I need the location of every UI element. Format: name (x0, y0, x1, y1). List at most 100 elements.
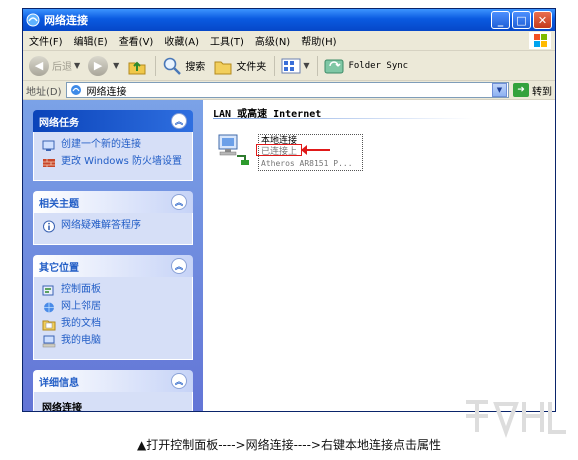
title-bar[interactable]: 网络连接 _ □ ✕ (23, 9, 555, 31)
back-label: 后退 (52, 62, 72, 73)
up-folder-icon (128, 61, 146, 74)
search-label: 搜索 (185, 62, 206, 73)
caption-text: ▲打开控制面板---->网络连接---->右键本地连接点击属性 (137, 438, 441, 452)
new-connection-icon (42, 140, 55, 151)
windows-logo-icon (529, 32, 551, 49)
pointer-arrow (301, 145, 330, 155)
connection-device: Atheros AR8151 P... (261, 159, 353, 168)
create-connection-link[interactable]: 创建一个新的连接 (42, 139, 184, 152)
maximize-button[interactable]: □ (512, 11, 531, 29)
control-panel-icon (42, 285, 54, 296)
network-tasks-body: 创建一个新的连接 更改 Windows 防火墙设置 (33, 132, 193, 181)
menu-view[interactable]: 查看(V) (119, 33, 154, 48)
menu-bar: 文件(F) 编辑(E) 查看(V) 收藏(A) 工具(T) 高级(N) 帮助(H… (23, 31, 555, 51)
menu-advanced[interactable]: 高级(N) (255, 33, 290, 48)
network-tasks-panel: 网络任务 ︽ 创建一个新的连接 更改 Windows 防火墙设置 (33, 110, 193, 181)
other-places-header[interactable]: 其它位置 ︽ (33, 255, 193, 277)
toolbar-divider (274, 55, 276, 76)
folder-sync-icon (324, 59, 344, 73)
group-divider (213, 118, 473, 119)
window-title: 网络连接 (44, 14, 88, 27)
my-computer-icon (42, 335, 56, 348)
toolbar: ◀ 后退 ▼ ▶ ▼ 搜索 文件夹 ▼ Folder Sync (23, 51, 555, 81)
related-topics-header[interactable]: 相关主题 ︽ (33, 191, 193, 213)
my-computer-label: 我的电脑 (61, 335, 101, 346)
forward-button[interactable]: ▶ ▼ (88, 55, 119, 76)
menu-file[interactable]: 文件(F) (29, 33, 63, 48)
back-arrow-icon: ◀ (29, 55, 49, 76)
network-tasks-title: 网络任务 (39, 117, 79, 129)
address-input[interactable]: 网络连接 ▼ (65, 82, 509, 98)
details-header[interactable]: 详细信息 ︽ (33, 370, 193, 392)
chevron-down-icon: ▼ (303, 61, 310, 70)
my-documents-label: 我的文档 (61, 318, 101, 329)
folders-label: 文件夹 (236, 62, 267, 73)
chevron-down-icon: ▼ (74, 61, 81, 70)
views-icon (281, 58, 301, 73)
related-topics-body: 网络疑难解答程序 (33, 213, 193, 245)
related-topics-title: 相关主题 (39, 198, 79, 210)
close-button[interactable]: ✕ (533, 11, 552, 29)
details-name: 网络连接 (42, 403, 82, 412)
other-places-body: 控制面板 网上邻居 我的文档 我的电脑 (33, 277, 193, 360)
toolbar-divider (317, 55, 319, 76)
forward-arrow-icon: ▶ (88, 55, 109, 76)
up-folder-button[interactable] (127, 56, 147, 76)
details-panel: 详细信息 ︽ 网络连接 系统文件夹 (33, 370, 193, 412)
firewall-settings-link[interactable]: 更改 Windows 防火墙设置 (42, 156, 184, 169)
address-value: 网络连接 (86, 86, 127, 98)
highlight-box (256, 144, 302, 156)
related-topics-panel: 相关主题 ︽ 网络疑难解答程序 (33, 191, 193, 245)
my-documents-link[interactable]: 我的文档 (42, 318, 184, 331)
folders-button[interactable]: 文件夹 (213, 56, 266, 76)
network-places-link[interactable]: 网上邻居 (42, 301, 184, 314)
collapse-chevron-icon[interactable]: ︽ (171, 373, 187, 389)
network-connections-icon (26, 13, 40, 27)
go-arrow-icon: ➜ (513, 83, 529, 97)
my-documents-icon (42, 320, 56, 331)
firewall-icon (43, 159, 55, 167)
collapse-chevron-icon[interactable]: ︽ (171, 258, 187, 274)
folder-sync-label: Folder Sync (348, 60, 409, 71)
create-connection-label: 创建一个新的连接 (61, 139, 141, 150)
folders-icon (214, 61, 232, 74)
control-panel-link[interactable]: 控制面板 (42, 284, 184, 297)
search-icon (164, 57, 182, 75)
folder-sync-button[interactable]: Folder Sync (324, 57, 408, 75)
go-button[interactable]: ➜ 转到 (513, 83, 552, 98)
site-logo-watermark (466, 400, 566, 438)
network-tasks-header[interactable]: 网络任务 ︽ (33, 110, 193, 132)
local-connection-icon[interactable] (215, 132, 251, 166)
views-button[interactable]: ▼ (281, 57, 309, 75)
content-area: 网络任务 ︽ 创建一个新的连接 更改 Windows 防火墙设置 相关主题 ︽ … (23, 100, 555, 411)
control-panel-label: 控制面板 (61, 284, 101, 295)
firewall-settings-label: 更改 Windows 防火墙设置 (61, 156, 182, 167)
menu-edit[interactable]: 编辑(E) (74, 33, 108, 48)
info-icon (43, 220, 55, 233)
go-label: 转到 (532, 86, 552, 98)
my-computer-link[interactable]: 我的电脑 (42, 335, 184, 348)
menu-help[interactable]: 帮助(H) (301, 33, 336, 48)
toolbar-divider (155, 55, 157, 76)
menu-tools[interactable]: 工具(T) (210, 33, 244, 48)
file-view: LAN 或高速 Internet 本地连接 已连接上 Atheros AR815… (203, 100, 555, 411)
address-dropdown-icon[interactable]: ▼ (492, 83, 507, 97)
search-button[interactable]: 搜索 (162, 56, 205, 76)
address-bar: 地址(D) 网络连接 ▼ ➜ 转到 (23, 81, 555, 100)
network-places-label: 网上邻居 (61, 301, 101, 312)
collapse-chevron-icon[interactable]: ︽ (171, 113, 187, 129)
network-troubleshooter-link[interactable]: 网络疑难解答程序 (42, 220, 184, 233)
network-troubleshooter-label: 网络疑难解答程序 (61, 220, 141, 231)
details-body: 网络连接 系统文件夹 (33, 392, 193, 412)
menu-favorites[interactable]: 收藏(A) (164, 33, 199, 48)
network-connections-icon (70, 85, 81, 95)
other-places-panel: 其它位置 ︽ 控制面板 网上邻居 我的文档 我的电脑 (33, 255, 193, 360)
task-pane: 网络任务 ︽ 创建一个新的连接 更改 Windows 防火墙设置 相关主题 ︽ … (23, 100, 203, 411)
collapse-chevron-icon[interactable]: ︽ (171, 194, 187, 210)
other-places-title: 其它位置 (39, 262, 79, 274)
details-title: 详细信息 (39, 377, 79, 389)
explorer-window: 网络连接 _ □ ✕ 文件(F) 编辑(E) 查看(V) 收藏(A) 工具(T)… (22, 8, 556, 412)
minimize-button[interactable]: _ (491, 11, 510, 29)
back-button[interactable]: ◀ 后退 ▼ (29, 55, 81, 76)
network-places-icon (44, 302, 54, 313)
